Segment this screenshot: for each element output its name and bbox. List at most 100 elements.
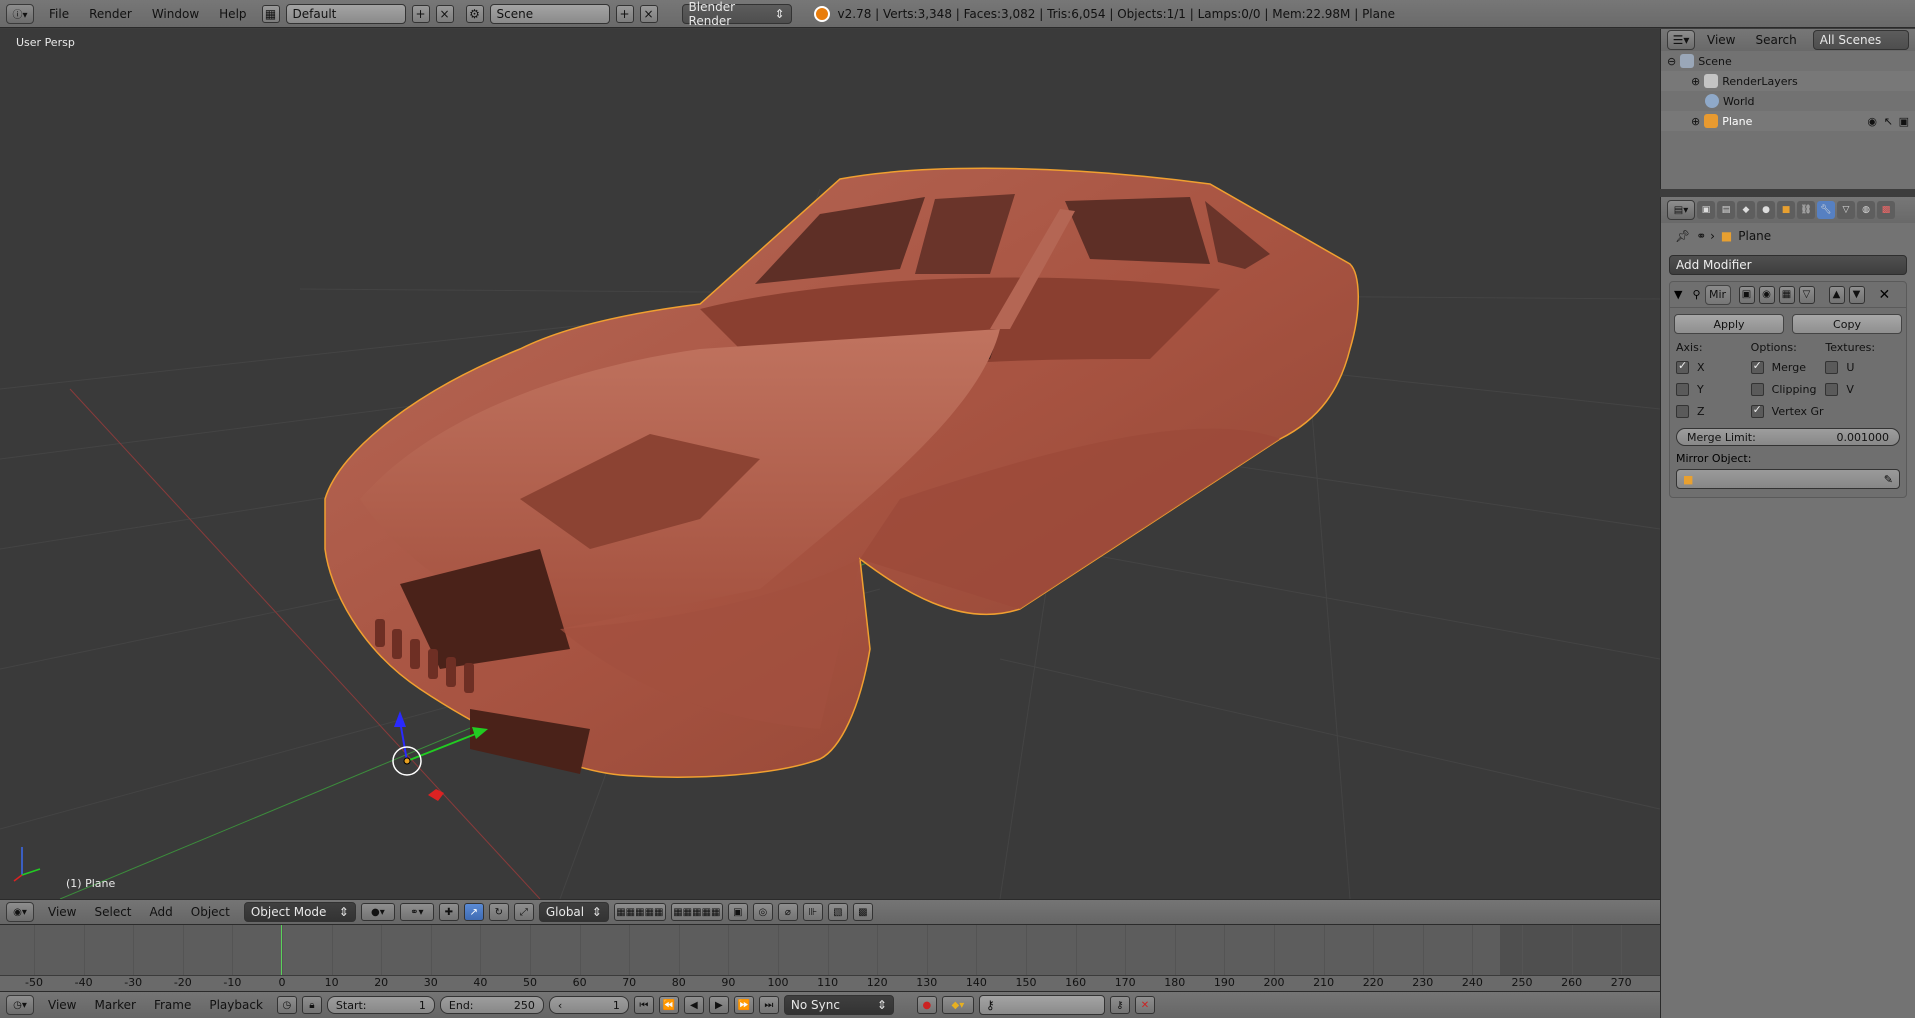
play-button[interactable]: ▶	[708, 996, 729, 1014]
outliner-row-renderlayers[interactable]: ⊕ RenderLayers	[1661, 71, 1915, 91]
show-editmode-toggle[interactable]: ▦	[1778, 285, 1795, 304]
proportional-edit-button[interactable]: ◎	[752, 903, 773, 921]
lock-camera-button[interactable]: ▣	[727, 903, 748, 921]
viewport-shading-button[interactable]: ●▾	[360, 903, 395, 921]
rotate-manipulator-button[interactable]: ↻	[488, 903, 509, 921]
tab-object[interactable]: ■	[1777, 201, 1795, 219]
mode-select[interactable]: Object Mode ⇕	[243, 902, 356, 922]
outliner-row-plane[interactable]: ⊕ Plane ◉ ↖ ▣	[1661, 111, 1915, 131]
tab-render[interactable]: ▣	[1697, 201, 1715, 219]
3d-viewport[interactable]: User Persp (1) Plane	[0, 29, 1660, 899]
timeline-editor[interactable]: -50 -40 -30 -20 -10 0 10 20 30 40 50 60 70 80 90 100 110…	[0, 925, 1660, 991]
layers-grid-1[interactable]: ▦▦▦▦▦	[613, 903, 666, 921]
preview-range-toggle[interactable]: ◷	[276, 996, 297, 1014]
manipulator-toggle[interactable]: ✚	[438, 903, 459, 921]
apply-button[interactable]: Apply	[1674, 314, 1784, 334]
copy-button[interactable]: Copy	[1792, 314, 1902, 334]
layers-grid-2[interactable]: ▦▦▦▦▦	[670, 903, 723, 921]
menu-frame[interactable]: Frame	[145, 998, 200, 1012]
editor-type-info-button[interactable]: ⓘ▾	[6, 3, 34, 24]
merge-limit-slider[interactable]: Merge Limit: 0.001000	[1676, 428, 1900, 446]
sync-mode-select[interactable]: No Sync ⇕	[783, 995, 894, 1015]
tab-constraints[interactable]: ⛓	[1797, 201, 1815, 219]
lock-frame-button[interactable]: 🔒︎	[301, 996, 322, 1014]
opengl-anim-button[interactable]: ▩	[852, 903, 873, 921]
keying-set-button[interactable]: ◆▾	[941, 996, 974, 1014]
jump-end-button[interactable]: ⏭	[758, 996, 779, 1014]
menu-view[interactable]: View	[1699, 33, 1743, 47]
snap-element-button[interactable]: ⊪	[802, 903, 823, 921]
textures-checkbox-u[interactable]: U	[1825, 356, 1900, 378]
render-camera-icon[interactable]: ▣	[1899, 115, 1909, 128]
axis-checkbox-y[interactable]: Y	[1676, 378, 1751, 400]
editor-type-properties-button[interactable]: ▤▾	[1667, 200, 1695, 220]
snap-toggle[interactable]: ⌀	[777, 903, 798, 921]
remove-layout-button[interactable]: ×	[435, 4, 454, 23]
eye-icon[interactable]: ◉	[1867, 115, 1877, 128]
move-down-button[interactable]: ▼	[1848, 285, 1865, 304]
jump-start-button[interactable]: ⏮	[633, 996, 654, 1014]
checkbox-box[interactable]	[1750, 403, 1764, 418]
frame-ruler[interactable]: -50 -40 -30 -20 -10 0 10 20 30 40 50 60 70 80 90 100 110…	[0, 975, 1660, 991]
start-frame-field[interactable]: Start: 1	[326, 996, 435, 1014]
menu-playback[interactable]: Playback	[200, 998, 272, 1012]
screen-layout-field[interactable]: Default	[285, 3, 406, 24]
move-up-button[interactable]: ▲	[1828, 285, 1845, 304]
add-scene-button[interactable]: +	[615, 4, 634, 23]
menu-select[interactable]: Select	[85, 905, 140, 919]
options-checkbox-clipping[interactable]: Clipping	[1750, 378, 1826, 400]
add-layout-button[interactable]: +	[411, 4, 430, 23]
scene-field[interactable]: Scene	[489, 3, 610, 24]
axis-checkbox-x[interactable]: X	[1676, 356, 1751, 378]
timeline-track[interactable]	[0, 925, 1660, 975]
screen-layout-icon[interactable]: ▦	[261, 4, 280, 23]
active-keying-set-field[interactable]: ⚷	[978, 995, 1105, 1015]
menu-render[interactable]: Render	[80, 7, 141, 21]
editor-type-timeline-button[interactable]: ◷▾	[6, 995, 34, 1015]
axis-checkbox-z[interactable]: Z	[1676, 400, 1751, 422]
current-frame-field[interactable]: ‹ 1	[548, 996, 629, 1014]
auto-keying-button[interactable]: ●	[916, 996, 937, 1014]
menu-object[interactable]: Object	[182, 905, 239, 919]
options-checkbox-merge[interactable]: Merge	[1750, 356, 1826, 378]
mirror-object-field[interactable]: ■ ✎	[1676, 469, 1900, 489]
tab-world[interactable]: ●	[1757, 201, 1775, 219]
modifier-name-field[interactable]: Mir	[1704, 284, 1731, 305]
pivot-point-button[interactable]: ⚭▾	[399, 903, 434, 921]
checkbox-box[interactable]	[1750, 382, 1764, 396]
next-keyframe-button[interactable]: ⏩	[733, 996, 754, 1014]
opengl-render-button[interactable]: ▧	[827, 903, 848, 921]
delete-keyframe-button[interactable]: ✕	[1134, 996, 1155, 1014]
translate-manipulator-button[interactable]: ↗	[463, 903, 484, 921]
add-modifier-button[interactable]: Add Modifier	[1669, 255, 1907, 275]
menu-view[interactable]: View	[39, 905, 85, 919]
menu-view[interactable]: View	[39, 998, 85, 1012]
menu-add[interactable]: Add	[141, 905, 182, 919]
editor-type-3d-button[interactable]: ◉▾	[6, 902, 34, 922]
show-cage-toggle[interactable]: ▽	[1798, 285, 1815, 304]
show-viewport-toggle[interactable]: ◉	[1758, 285, 1775, 304]
prev-keyframe-button[interactable]: ⏪	[658, 996, 679, 1014]
outliner-row-scene[interactable]: ⊖ Scene	[1661, 51, 1915, 71]
checkbox-box[interactable]	[1825, 360, 1839, 374]
editor-type-outliner-button[interactable]: ☰▾	[1667, 30, 1695, 50]
checkbox-box[interactable]	[1676, 359, 1689, 374]
pin-icon[interactable]: 📌︎	[1675, 229, 1690, 243]
options-checkbox-vertex-gr[interactable]: Vertex Gr	[1750, 400, 1826, 422]
menu-window[interactable]: Window	[143, 7, 208, 21]
tab-render-layers[interactable]: ▤	[1717, 201, 1735, 219]
render-engine-select[interactable]: Blender Render ⇕	[681, 0, 792, 28]
remove-scene-button[interactable]: ×	[639, 4, 658, 23]
eyedropper-icon[interactable]: ✎	[1884, 473, 1893, 486]
tab-scene[interactable]: ◆	[1737, 201, 1755, 219]
tab-texture[interactable]: ▩	[1877, 201, 1895, 219]
textures-checkbox-v[interactable]: V	[1825, 378, 1900, 400]
checkbox-box[interactable]	[1825, 382, 1839, 396]
tab-data[interactable]: ▽	[1837, 201, 1855, 219]
show-render-toggle[interactable]: ▣	[1738, 285, 1755, 304]
insert-keyframe-button[interactable]: ⚷	[1109, 996, 1130, 1014]
menu-file[interactable]: File	[40, 7, 78, 21]
checkbox-box[interactable]	[1676, 382, 1689, 396]
menu-help[interactable]: Help	[210, 7, 255, 21]
close-icon[interactable]: ✕	[1879, 287, 1891, 303]
